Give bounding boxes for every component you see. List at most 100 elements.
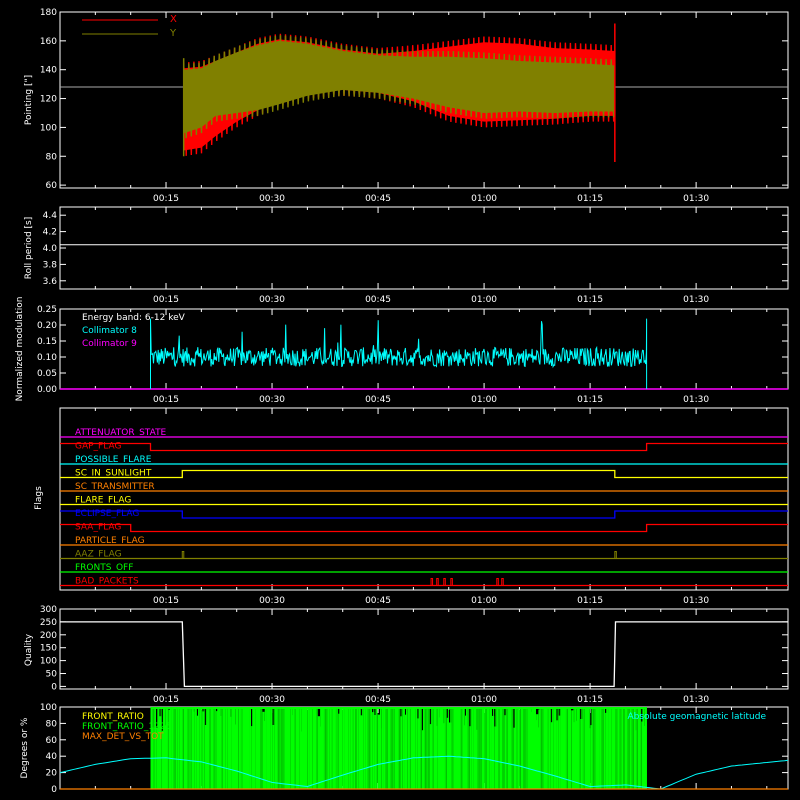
time-tick-label: 01:00 bbox=[471, 395, 497, 405]
y-tick-label: 50 bbox=[46, 670, 58, 680]
ratio-bar bbox=[237, 707, 239, 789]
ratio-bar bbox=[230, 707, 232, 789]
y-tick-label: 140 bbox=[40, 66, 57, 76]
ratio-bar bbox=[236, 707, 238, 789]
ratio-bar bbox=[420, 707, 422, 789]
ratio-bar bbox=[619, 707, 621, 789]
time-tick-label: 01:15 bbox=[577, 395, 603, 405]
ratio-bar bbox=[408, 707, 410, 789]
time-tick-label: 01:30 bbox=[683, 194, 709, 204]
y-tick-label: 0.05 bbox=[37, 369, 57, 379]
ratio-bar bbox=[208, 707, 210, 789]
ratio-bar bbox=[205, 707, 207, 789]
ratio-bar bbox=[510, 707, 512, 789]
ratio-bar bbox=[226, 707, 228, 789]
ratio-bar bbox=[480, 707, 482, 789]
ratio-bar bbox=[601, 707, 603, 789]
ratio-bar bbox=[176, 707, 178, 789]
ratio-bar bbox=[380, 707, 381, 789]
ratio-bar bbox=[281, 707, 283, 789]
ratio-bar bbox=[371, 707, 372, 789]
y-tick-label: 250 bbox=[40, 618, 57, 628]
time-tick-label: 00:30 bbox=[259, 395, 285, 405]
ratio-bar bbox=[502, 707, 504, 789]
ratio-bar bbox=[570, 707, 571, 789]
ratio-bar bbox=[224, 707, 225, 789]
ratio-bar bbox=[265, 707, 267, 789]
ratio-bar bbox=[614, 707, 616, 789]
ratio-bar bbox=[153, 707, 155, 789]
ratios-ylabel: Degrees or % bbox=[20, 717, 30, 778]
y-tick-label: 0 bbox=[51, 785, 57, 795]
time-tick-label: 00:45 bbox=[365, 295, 391, 305]
y-tick-label: 4.0 bbox=[43, 244, 58, 254]
ratio-bar bbox=[430, 707, 432, 789]
time-tick-label: 01:15 bbox=[577, 295, 603, 305]
ratio-bar bbox=[482, 707, 484, 789]
ratio-bar bbox=[172, 707, 173, 789]
ratio-bar bbox=[427, 707, 429, 789]
y-tick-label: 80 bbox=[46, 152, 58, 162]
ratio-bar bbox=[357, 707, 359, 789]
ratio-bar bbox=[190, 707, 192, 789]
ratio-bar bbox=[250, 707, 251, 789]
flags-ylabel: Flags bbox=[34, 486, 44, 510]
ratio-bar bbox=[460, 707, 462, 789]
ratio-bar bbox=[565, 707, 567, 789]
time-tick-label: 00:30 bbox=[259, 695, 285, 705]
ratio-bar bbox=[331, 707, 333, 789]
time-tick-label: 00:15 bbox=[153, 695, 179, 705]
ratio-bar bbox=[468, 707, 470, 789]
ratio-bar bbox=[470, 707, 472, 789]
ratio-bar bbox=[589, 707, 591, 789]
ratio-bar bbox=[352, 707, 354, 789]
time-tick-label: 01:00 bbox=[471, 194, 497, 204]
ratio-bar bbox=[203, 707, 205, 789]
ratio-bar bbox=[511, 707, 513, 789]
ratio-bar bbox=[390, 707, 392, 789]
ratio-bar bbox=[155, 707, 156, 789]
ratio-bar bbox=[315, 707, 317, 789]
ratio-bar bbox=[539, 707, 541, 789]
ratio-bar bbox=[559, 707, 561, 789]
y-tick-label: 180 bbox=[40, 8, 57, 18]
ratio-bar bbox=[506, 707, 508, 789]
ratio-bar bbox=[581, 707, 583, 789]
ratio-bar bbox=[423, 707, 424, 789]
y-tick-label: 60 bbox=[46, 736, 58, 746]
ratio-bar bbox=[615, 707, 617, 789]
ratio-bar bbox=[444, 707, 446, 789]
ratio-bar bbox=[419, 707, 421, 789]
ratio-bar bbox=[604, 707, 605, 789]
ratio-bar bbox=[477, 707, 479, 789]
ratio-bar bbox=[361, 707, 363, 789]
ratio-bar bbox=[566, 707, 568, 789]
ratio-bar bbox=[214, 707, 216, 789]
ratio-bar bbox=[401, 707, 403, 789]
ratio-bar bbox=[522, 707, 524, 789]
ratio-bar bbox=[325, 707, 327, 789]
ratio-bar bbox=[399, 707, 401, 789]
ratio-bar bbox=[549, 707, 551, 789]
ratio-bar bbox=[392, 707, 394, 789]
y-tick-label: 160 bbox=[40, 37, 57, 47]
ratio-bar bbox=[593, 707, 595, 789]
ratio-bar bbox=[209, 707, 211, 789]
ratio-bar bbox=[271, 707, 273, 789]
y-tick-label: 100 bbox=[40, 123, 57, 133]
modulation-legend-collimator-8: Collimator 8 bbox=[82, 326, 137, 336]
y-tick-label: 3.8 bbox=[43, 260, 58, 270]
ratio-bar bbox=[160, 707, 162, 789]
ratio-bar bbox=[326, 707, 328, 789]
y-tick-label: 150 bbox=[40, 644, 57, 654]
ratio-bar bbox=[200, 707, 202, 789]
ratio-bar bbox=[485, 707, 487, 789]
ratio-bar bbox=[174, 707, 176, 789]
time-tick-label: 01:00 bbox=[471, 695, 497, 705]
ratio-bar bbox=[366, 707, 368, 789]
ratio-bar bbox=[466, 707, 467, 789]
ratio-bar bbox=[564, 707, 566, 789]
ratio-bar bbox=[375, 707, 377, 789]
ratio-bar bbox=[503, 707, 505, 789]
ratio-bar bbox=[221, 707, 223, 789]
